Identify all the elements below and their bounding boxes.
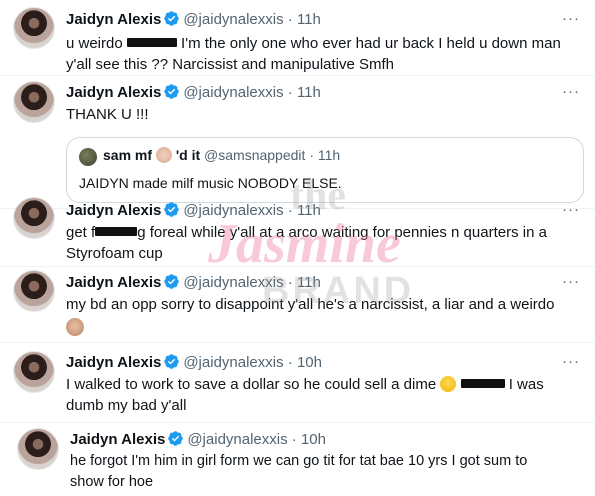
verified-badge-icon — [164, 11, 180, 26]
timestamp[interactable]: 10h — [297, 354, 322, 371]
pointing-hand-emoji-icon — [155, 147, 172, 163]
verified-badge-icon — [164, 354, 180, 369]
verified-badge-icon — [168, 431, 184, 446]
separator-dot: · — [291, 431, 297, 448]
more-options-icon[interactable]: ··· — [561, 201, 581, 219]
separator-dot: · — [287, 274, 293, 291]
quoted-display-name-suffix: 'd it — [175, 147, 201, 163]
tweet-text-part: I'm the only one who ever had ur back I … — [181, 35, 561, 52]
display-name[interactable]: Jaidyn Alexis — [66, 202, 161, 219]
display-name[interactable]: Jaidyn Alexis — [66, 354, 161, 371]
avatar[interactable] — [13, 351, 55, 393]
quoted-tweet[interactable]: sam mf 'd it @samsnappedit · 11h JAIDYN … — [66, 137, 584, 203]
more-options-icon[interactable]: ··· — [561, 353, 581, 371]
tweet-header: Jaidyn Alexis @jaidynalexxis · 11h — [66, 10, 321, 29]
tweet-text: my bd an opp sorry to disappoint y'all h… — [66, 296, 555, 313]
quoted-handle[interactable]: @samsnappedit — [204, 147, 305, 163]
separator-dot: · — [287, 11, 293, 28]
tweet-header: Jaidyn Alexis @jaidynalexxis · 11h — [66, 83, 321, 102]
redaction-bar — [126, 38, 177, 47]
verified-badge-icon — [164, 84, 180, 99]
tweet-text-part: show for hoe — [70, 474, 154, 490]
tweet-text-part: I was — [508, 376, 544, 393]
laughing-tears-emoji-icon — [440, 376, 457, 392]
avatar[interactable] — [13, 7, 55, 49]
tweet-text: I walked to work to save a dollar so he … — [66, 374, 581, 416]
quoted-text: JAIDYN made milf music NOBODY ELSE. — [79, 175, 342, 191]
display-name[interactable]: Jaidyn Alexis — [66, 274, 161, 291]
avatar[interactable] — [17, 428, 59, 470]
user-handle[interactable]: @jaidynalexxis — [183, 84, 283, 101]
divider — [0, 75, 595, 76]
tweet-text-part: he forgot I'm him in girl form we can go… — [70, 453, 528, 469]
verified-badge-icon — [164, 202, 180, 217]
tweet-text-part: dumb my bad y'all — [66, 397, 187, 414]
fist-emoji-icon — [66, 318, 84, 336]
more-options-icon[interactable]: ··· — [561, 273, 581, 291]
user-handle[interactable]: @jaidynalexxis — [183, 11, 283, 28]
timestamp[interactable]: 11h — [297, 274, 321, 291]
tweet-text-part: y'all see this ?? Narcissist and manipul… — [66, 56, 395, 73]
avatar[interactable] — [13, 81, 55, 123]
tweet-text-part: g foreal while y'all at a arco waiting f… — [137, 224, 547, 241]
tweet-text: get f g foreal while y'all at a arco wait… — [66, 222, 581, 264]
tweet-text-part: Styrofoam cup — [66, 245, 163, 262]
redaction-bar — [95, 227, 138, 236]
timestamp[interactable]: 11h — [297, 202, 321, 219]
tweet-header: Jaidyn Alexis @jaidynalexxis · 10h — [70, 430, 326, 449]
divider — [0, 266, 595, 267]
tweet-text-part: get f — [66, 224, 96, 241]
tweet-text: u weirdo I'm the only one who ever had u… — [66, 33, 581, 75]
separator-dot: · — [287, 202, 293, 219]
timestamp[interactable]: 11h — [297, 84, 321, 101]
avatar[interactable] — [13, 270, 55, 312]
divider — [0, 342, 595, 343]
divider — [0, 422, 595, 423]
tweet-text: THANK U !!! — [66, 106, 149, 123]
user-handle[interactable]: @jaidynalexxis — [187, 431, 287, 448]
display-name[interactable]: Jaidyn Alexis — [70, 431, 165, 448]
tweet-header: Jaidyn Alexis @jaidynalexxis · 11h — [66, 273, 321, 292]
display-name[interactable]: Jaidyn Alexis — [66, 11, 161, 28]
tweet-text-part: I walked to work to save a dollar so he … — [66, 376, 437, 393]
user-handle[interactable]: @jaidynalexxis — [183, 274, 283, 291]
avatar[interactable] — [13, 197, 55, 239]
separator-dot: · — [309, 147, 314, 163]
tweet-text-part: u weirdo — [66, 35, 123, 52]
tweet-text: he forgot I'm him in girl form we can go… — [70, 451, 589, 493]
tweet-header: Jaidyn Alexis @jaidynalexxis · 11h — [66, 201, 321, 220]
more-options-icon[interactable]: ··· — [561, 83, 581, 101]
redaction-bar — [460, 379, 505, 388]
quoted-avatar[interactable] — [79, 148, 97, 166]
tweet-header: Jaidyn Alexis @jaidynalexxis · 10h — [66, 353, 322, 372]
verified-badge-icon — [164, 274, 180, 289]
separator-dot: · — [287, 84, 293, 101]
separator-dot: · — [287, 354, 293, 371]
timestamp[interactable]: 10h — [301, 431, 326, 448]
quoted-timestamp[interactable]: 11h — [318, 147, 340, 163]
user-handle[interactable]: @jaidynalexxis — [183, 354, 283, 371]
user-handle[interactable]: @jaidynalexxis — [183, 202, 283, 219]
quoted-display-name[interactable]: sam mf — [103, 147, 152, 163]
quoted-header: sam mf 'd it @samsnappedit · 11h — [103, 147, 340, 163]
more-options-icon[interactable]: ··· — [561, 10, 581, 28]
timestamp[interactable]: 11h — [297, 11, 321, 28]
display-name[interactable]: Jaidyn Alexis — [66, 84, 161, 101]
